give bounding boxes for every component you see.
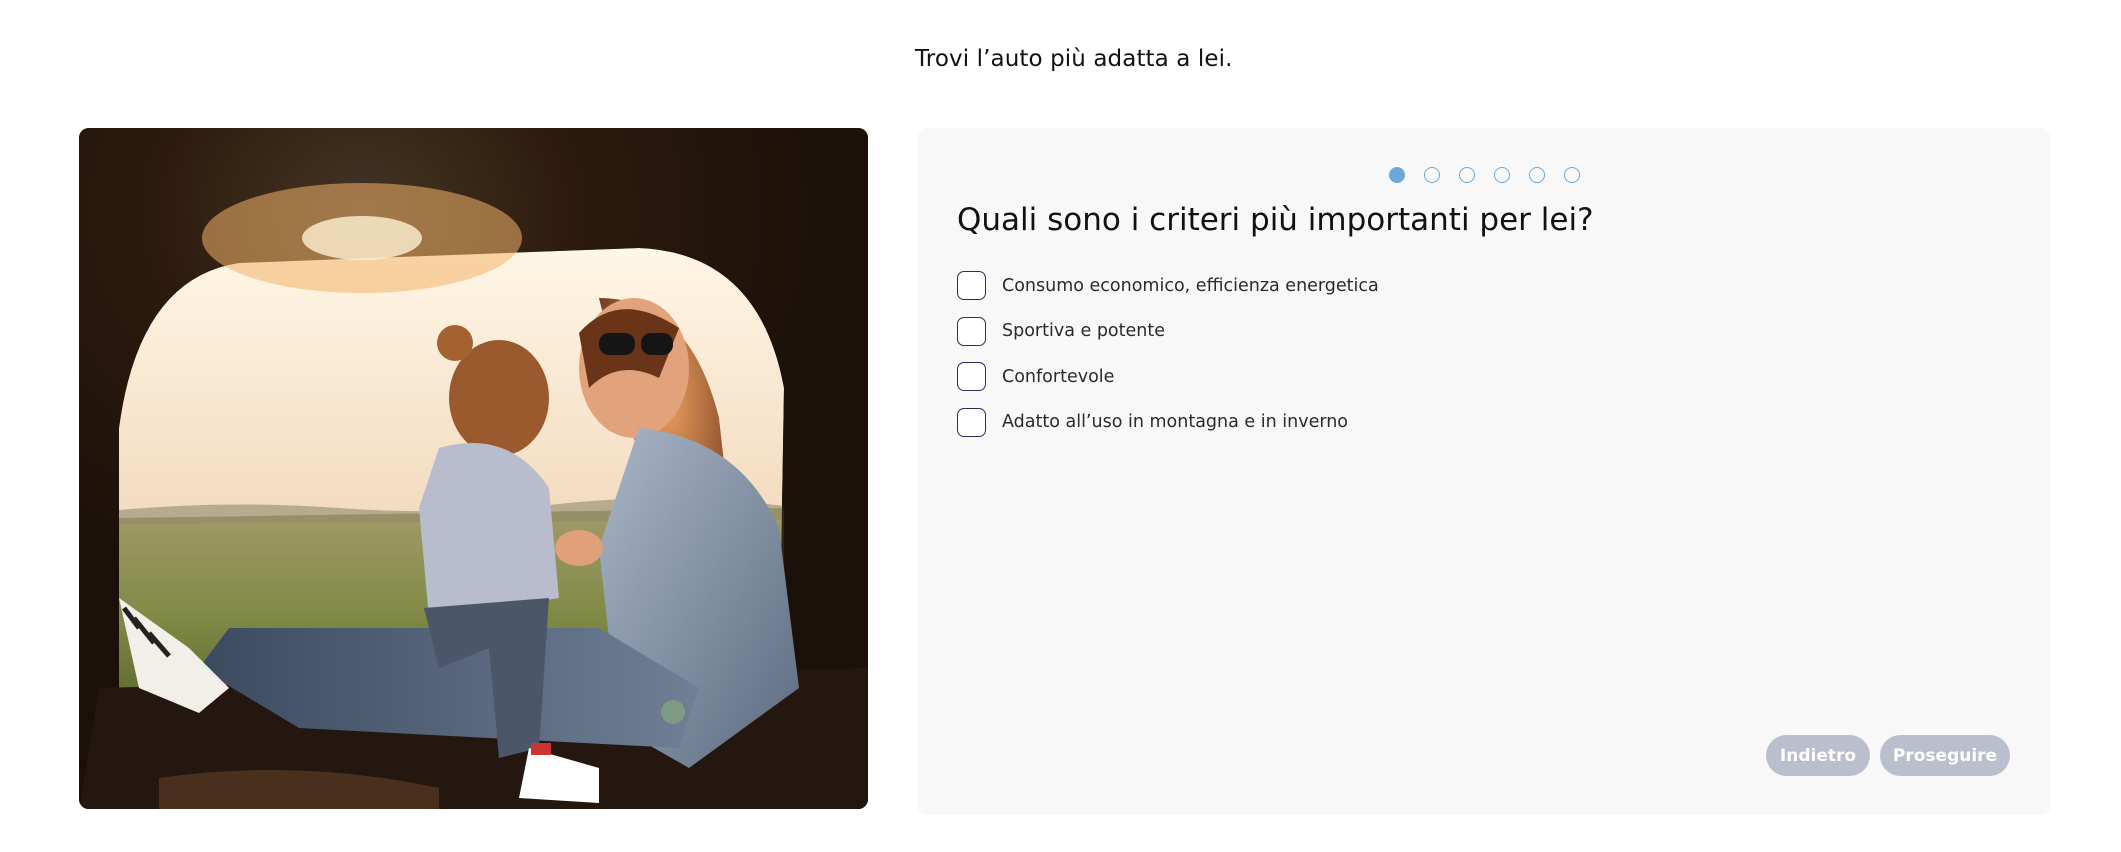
checkbox[interactable] bbox=[957, 407, 986, 437]
hero-photo bbox=[79, 128, 868, 809]
progress-step-3 bbox=[1459, 167, 1475, 183]
checkbox[interactable] bbox=[957, 271, 986, 300]
checkbox[interactable] bbox=[957, 316, 986, 346]
progress-step-2 bbox=[1424, 167, 1440, 183]
progress-step-1 bbox=[1389, 167, 1405, 183]
progress-step-4 bbox=[1494, 167, 1510, 183]
hero-photo-illustration bbox=[79, 128, 868, 809]
option-label: Consumo economico, efficienza energetica bbox=[1002, 275, 1379, 296]
back-button[interactable]: Indietro bbox=[1766, 735, 1870, 776]
option-label: Confortevole bbox=[1002, 366, 1115, 387]
option-label: Sportiva e potente bbox=[1002, 321, 1165, 341]
option-sporty[interactable]: Sportiva e potente bbox=[957, 316, 1379, 347]
progress-steps bbox=[1389, 167, 1580, 183]
question-title: Quali sono i criteri più importanti per … bbox=[957, 202, 1594, 238]
option-comfortable[interactable]: Confortevole bbox=[957, 361, 1379, 392]
page-title: Trovi l’auto più adatta a lei. bbox=[915, 46, 1233, 72]
option-label: Adatto all’uso in montagna e in inverno bbox=[1002, 412, 1349, 432]
progress-step-5 bbox=[1529, 167, 1545, 183]
next-button[interactable]: Proseguire bbox=[1880, 735, 2010, 776]
progress-step-6 bbox=[1564, 167, 1580, 183]
quiz-card: Quali sono i criteri più importanti per … bbox=[917, 128, 2051, 815]
checkbox[interactable] bbox=[957, 362, 986, 391]
option-economy[interactable]: Consumo economico, efficienza energetica bbox=[957, 270, 1379, 301]
option-mountain-winter[interactable]: Adatto all’uso in montagna e in inverno bbox=[957, 407, 1379, 438]
options-list: Consumo economico, efficienza energetica… bbox=[957, 270, 1379, 452]
